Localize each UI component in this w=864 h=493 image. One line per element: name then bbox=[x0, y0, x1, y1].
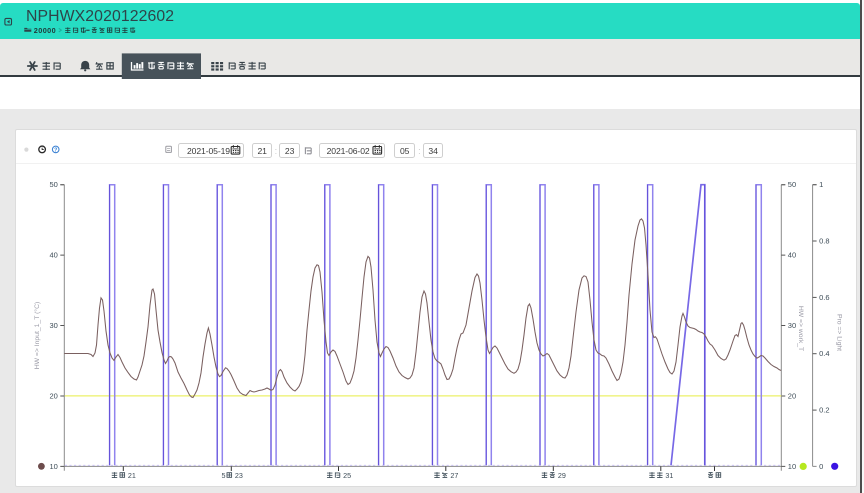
svg-text:40: 40 bbox=[49, 251, 57, 260]
svg-text:25: 25 bbox=[343, 471, 351, 480]
svg-text:?: ? bbox=[54, 148, 57, 154]
svg-text:HW => work_T: HW => work_T bbox=[797, 306, 804, 351]
svg-text:31: 31 bbox=[665, 471, 673, 480]
svg-text:30: 30 bbox=[49, 321, 57, 330]
svg-text:0.2: 0.2 bbox=[819, 406, 829, 415]
svg-text:10: 10 bbox=[788, 462, 796, 471]
svg-text:10: 10 bbox=[49, 462, 57, 471]
svg-text:27: 27 bbox=[450, 471, 458, 480]
svg-text:0.6: 0.6 bbox=[819, 293, 829, 302]
svg-text:5: 5 bbox=[222, 471, 226, 480]
svg-text:20: 20 bbox=[49, 392, 57, 401]
svg-text:50: 50 bbox=[49, 180, 57, 189]
svg-text:1: 1 bbox=[819, 180, 823, 189]
svg-text:29: 29 bbox=[558, 471, 566, 480]
svg-text:40: 40 bbox=[788, 251, 796, 260]
svg-text:50: 50 bbox=[788, 180, 796, 189]
svg-text:HW => Input_1_T (°C): HW => Input_1_T (°C) bbox=[33, 302, 41, 370]
svg-text:30: 30 bbox=[788, 321, 796, 330]
svg-text:0: 0 bbox=[819, 462, 823, 471]
svg-text:0.8: 0.8 bbox=[819, 237, 829, 246]
svg-text:23: 23 bbox=[235, 471, 243, 480]
svg-text:20: 20 bbox=[788, 392, 796, 401]
svg-text:0.4: 0.4 bbox=[819, 349, 829, 358]
svg-text:Pro => Light: Pro => Light bbox=[836, 314, 843, 351]
svg-text:21: 21 bbox=[128, 471, 136, 480]
